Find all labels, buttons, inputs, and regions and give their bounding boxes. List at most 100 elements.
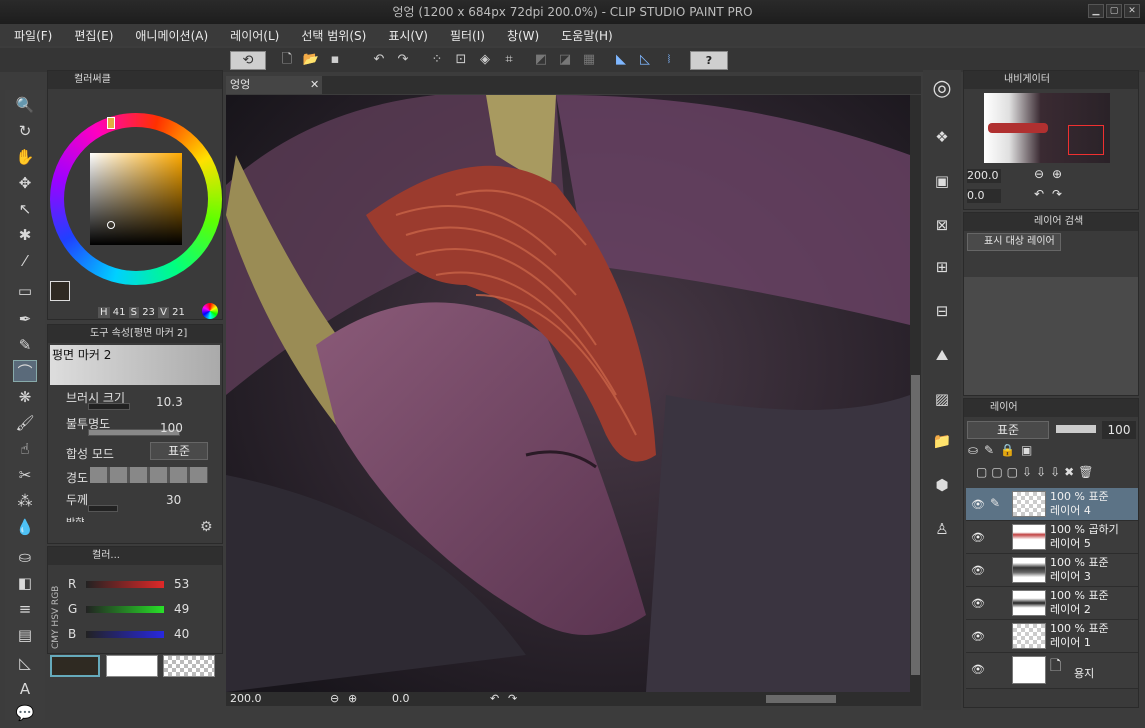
material-image-icon[interactable]: ▨ bbox=[929, 386, 955, 412]
eye-icon[interactable]: 👁 bbox=[971, 630, 985, 643]
open-folder-icon[interactable]: 📂 bbox=[302, 51, 320, 69]
eye-icon[interactable]: 👁 bbox=[971, 531, 985, 544]
layer-row[interactable]: 👁 100 % 곱하기 레이어 5 bbox=[966, 521, 1138, 554]
layer-search-tab[interactable]: 레이어 검색 bbox=[964, 213, 1138, 231]
rotate-left-icon[interactable]: ↶ bbox=[490, 692, 499, 705]
ruler-pin-icon[interactable]: ⧘ bbox=[660, 51, 678, 69]
nav-zoom-in-icon[interactable]: ⊕ bbox=[1052, 167, 1062, 181]
hardness-steps[interactable] bbox=[90, 467, 208, 483]
menu-selection[interactable]: 선택 범위(S) bbox=[301, 27, 366, 44]
navigator-zoom[interactable]: 200.0 bbox=[967, 169, 1001, 183]
transform-icon[interactable]: ⊡ bbox=[452, 51, 470, 69]
water-drop-icon[interactable]: 💧 bbox=[13, 516, 37, 538]
material-pattern-icon[interactable]: ⊠ bbox=[929, 212, 955, 238]
magic-wand-icon[interactable]: ✱ bbox=[13, 224, 37, 246]
rotate-right-icon[interactable]: ↷ bbox=[508, 692, 517, 705]
menu-edit[interactable]: 편집(E) bbox=[74, 27, 113, 44]
main-drawing-color[interactable] bbox=[50, 655, 100, 677]
canvas-hscroll[interactable] bbox=[766, 695, 836, 703]
layer-blend-dropdown[interactable]: 표준 bbox=[967, 421, 1049, 439]
sv-square[interactable] bbox=[90, 153, 182, 245]
hand-icon[interactable]: ✋ bbox=[13, 146, 37, 168]
eye-icon[interactable]: 👁 bbox=[971, 564, 985, 577]
pencil-icon[interactable]: ✎ bbox=[13, 334, 37, 356]
save-icon[interactable]: ▪ bbox=[326, 51, 344, 69]
frame-icon[interactable]: ▤ bbox=[13, 624, 37, 646]
eraser-icon[interactable]: ▭ bbox=[13, 280, 37, 302]
maximize-button[interactable]: ▢ bbox=[1106, 4, 1122, 18]
blend-mode-dropdown[interactable]: 표준 bbox=[150, 442, 208, 460]
color-slider-tab[interactable]: 컬러... bbox=[48, 547, 222, 565]
close-tab-icon[interactable]: ✕ bbox=[310, 76, 319, 94]
new-file-icon[interactable]: 🗋 bbox=[278, 51, 296, 69]
layer-row[interactable]: 👁 ✎ 100 % 표준 레이어 4 bbox=[966, 488, 1138, 521]
layer-lock-icons[interactable]: ⛀✎🔒▣ bbox=[968, 443, 1038, 457]
color-mode-tabs[interactable]: CMY HSV RGB bbox=[51, 569, 63, 649]
ruler-corner-icon[interactable]: ◺ bbox=[636, 51, 654, 69]
zoom-out-icon[interactable]: ⊖ bbox=[330, 692, 339, 705]
snap-special-ruler-icon[interactable]: ◪ bbox=[556, 51, 574, 69]
nav-rotate-left-icon[interactable]: ↶ bbox=[1034, 187, 1044, 201]
material-frame-icon[interactable]: ⊟ bbox=[929, 298, 955, 324]
zoom-icon[interactable]: 🔍 bbox=[13, 94, 37, 116]
menu-window[interactable]: 창(W) bbox=[507, 27, 539, 44]
minimize-button[interactable]: ▁ bbox=[1088, 4, 1104, 18]
canvas[interactable] bbox=[226, 95, 910, 692]
menu-layer[interactable]: 레이어(L) bbox=[230, 27, 279, 44]
pattern-icon[interactable]: ⁂ bbox=[13, 490, 37, 512]
layer-tab[interactable]: 레이어 bbox=[964, 399, 1138, 417]
color-circle-tab[interactable]: 컬러써클 bbox=[48, 71, 222, 89]
clear-selection-icon[interactable]: ⁘ bbox=[428, 51, 446, 69]
fill-bucket-icon[interactable]: ⛀ bbox=[13, 546, 37, 568]
balloon-icon[interactable]: 💬 bbox=[13, 702, 37, 724]
menu-filter[interactable]: 필터(I) bbox=[450, 27, 485, 44]
canvas-tab[interactable]: 엉엉 ✕ bbox=[226, 76, 322, 94]
layer-row[interactable]: 👁 100 % 표준 레이어 3 bbox=[966, 554, 1138, 587]
fill-icon[interactable]: ◈ bbox=[476, 51, 494, 69]
3d-figure-icon[interactable]: ♙ bbox=[929, 516, 955, 542]
text-icon[interactable]: A bbox=[13, 678, 37, 700]
search-target-dropdown[interactable]: 표시 대상 레이어 bbox=[967, 233, 1061, 251]
clip-studio-search-icon[interactable]: ◎ bbox=[929, 76, 955, 102]
airbrush-icon[interactable]: ❋ bbox=[13, 386, 37, 408]
redo-icon[interactable]: ↷ bbox=[394, 51, 412, 69]
navigator-preview[interactable] bbox=[984, 93, 1110, 163]
menu-view[interactable]: 표시(V) bbox=[388, 27, 428, 44]
red-slider[interactable] bbox=[86, 581, 164, 588]
ruler-pen-icon[interactable]: ◣ bbox=[612, 51, 630, 69]
material-folder-icon[interactable]: ▣ bbox=[929, 168, 955, 194]
blue-slider[interactable] bbox=[86, 631, 164, 638]
3d-object-icon[interactable]: ⬢ bbox=[929, 472, 955, 498]
material-open-folder-icon[interactable]: 📁 bbox=[929, 428, 955, 454]
brush-icon[interactable]: 🖌 bbox=[13, 412, 37, 434]
tool-property-tab[interactable]: 도구 속성[평면 마커 2] bbox=[48, 325, 222, 343]
nav-zoom-out-icon[interactable]: ⊖ bbox=[1034, 167, 1044, 181]
layer-opacity-value[interactable]: 100 bbox=[1102, 421, 1136, 439]
help-icon[interactable]: ? bbox=[690, 51, 728, 70]
marker-icon[interactable]: ⌒ bbox=[13, 360, 37, 382]
settings-wrench-icon[interactable]: ⚙ bbox=[200, 519, 213, 535]
color-wheel-icon[interactable] bbox=[202, 303, 218, 319]
clip-studio-icon[interactable]: ⟲ bbox=[230, 51, 266, 70]
navigator-angle[interactable]: 0.0 bbox=[967, 189, 1001, 203]
thickness-slider[interactable] bbox=[88, 505, 118, 512]
eye-icon[interactable]: 👁 bbox=[971, 663, 985, 676]
layer-command-icons[interactable]: ▢▢▢⇩⇩⇩✖🗑 bbox=[976, 465, 1097, 479]
main-color-swatch[interactable] bbox=[50, 281, 70, 301]
undo-icon[interactable]: ↶ bbox=[370, 51, 388, 69]
move-icon[interactable]: ✥ bbox=[13, 172, 37, 194]
eye-icon[interactable]: 👁 bbox=[971, 498, 985, 511]
navigator-view-frame[interactable] bbox=[1068, 125, 1104, 155]
menu-help[interactable]: 도움말(H) bbox=[561, 27, 613, 44]
material-icon[interactable]: ❖ bbox=[929, 124, 955, 150]
pen-icon[interactable]: ✒ bbox=[13, 308, 37, 330]
menu-file[interactable]: 파일(F) bbox=[14, 27, 52, 44]
material-line-icon[interactable]: ⛰ bbox=[929, 342, 955, 368]
layer-row[interactable]: 👁 100 % 표준 레이어 1 bbox=[966, 620, 1138, 653]
eyedropper-icon[interactable]: ⁄ bbox=[13, 250, 37, 272]
snap-ruler-icon[interactable]: ◩ bbox=[532, 51, 550, 69]
green-slider[interactable] bbox=[86, 606, 164, 613]
navigator-tab[interactable]: 내비게이터 bbox=[964, 71, 1138, 89]
line-icon[interactable]: ≡ bbox=[13, 598, 37, 620]
angle-readout[interactable]: 0.0 bbox=[392, 692, 410, 705]
